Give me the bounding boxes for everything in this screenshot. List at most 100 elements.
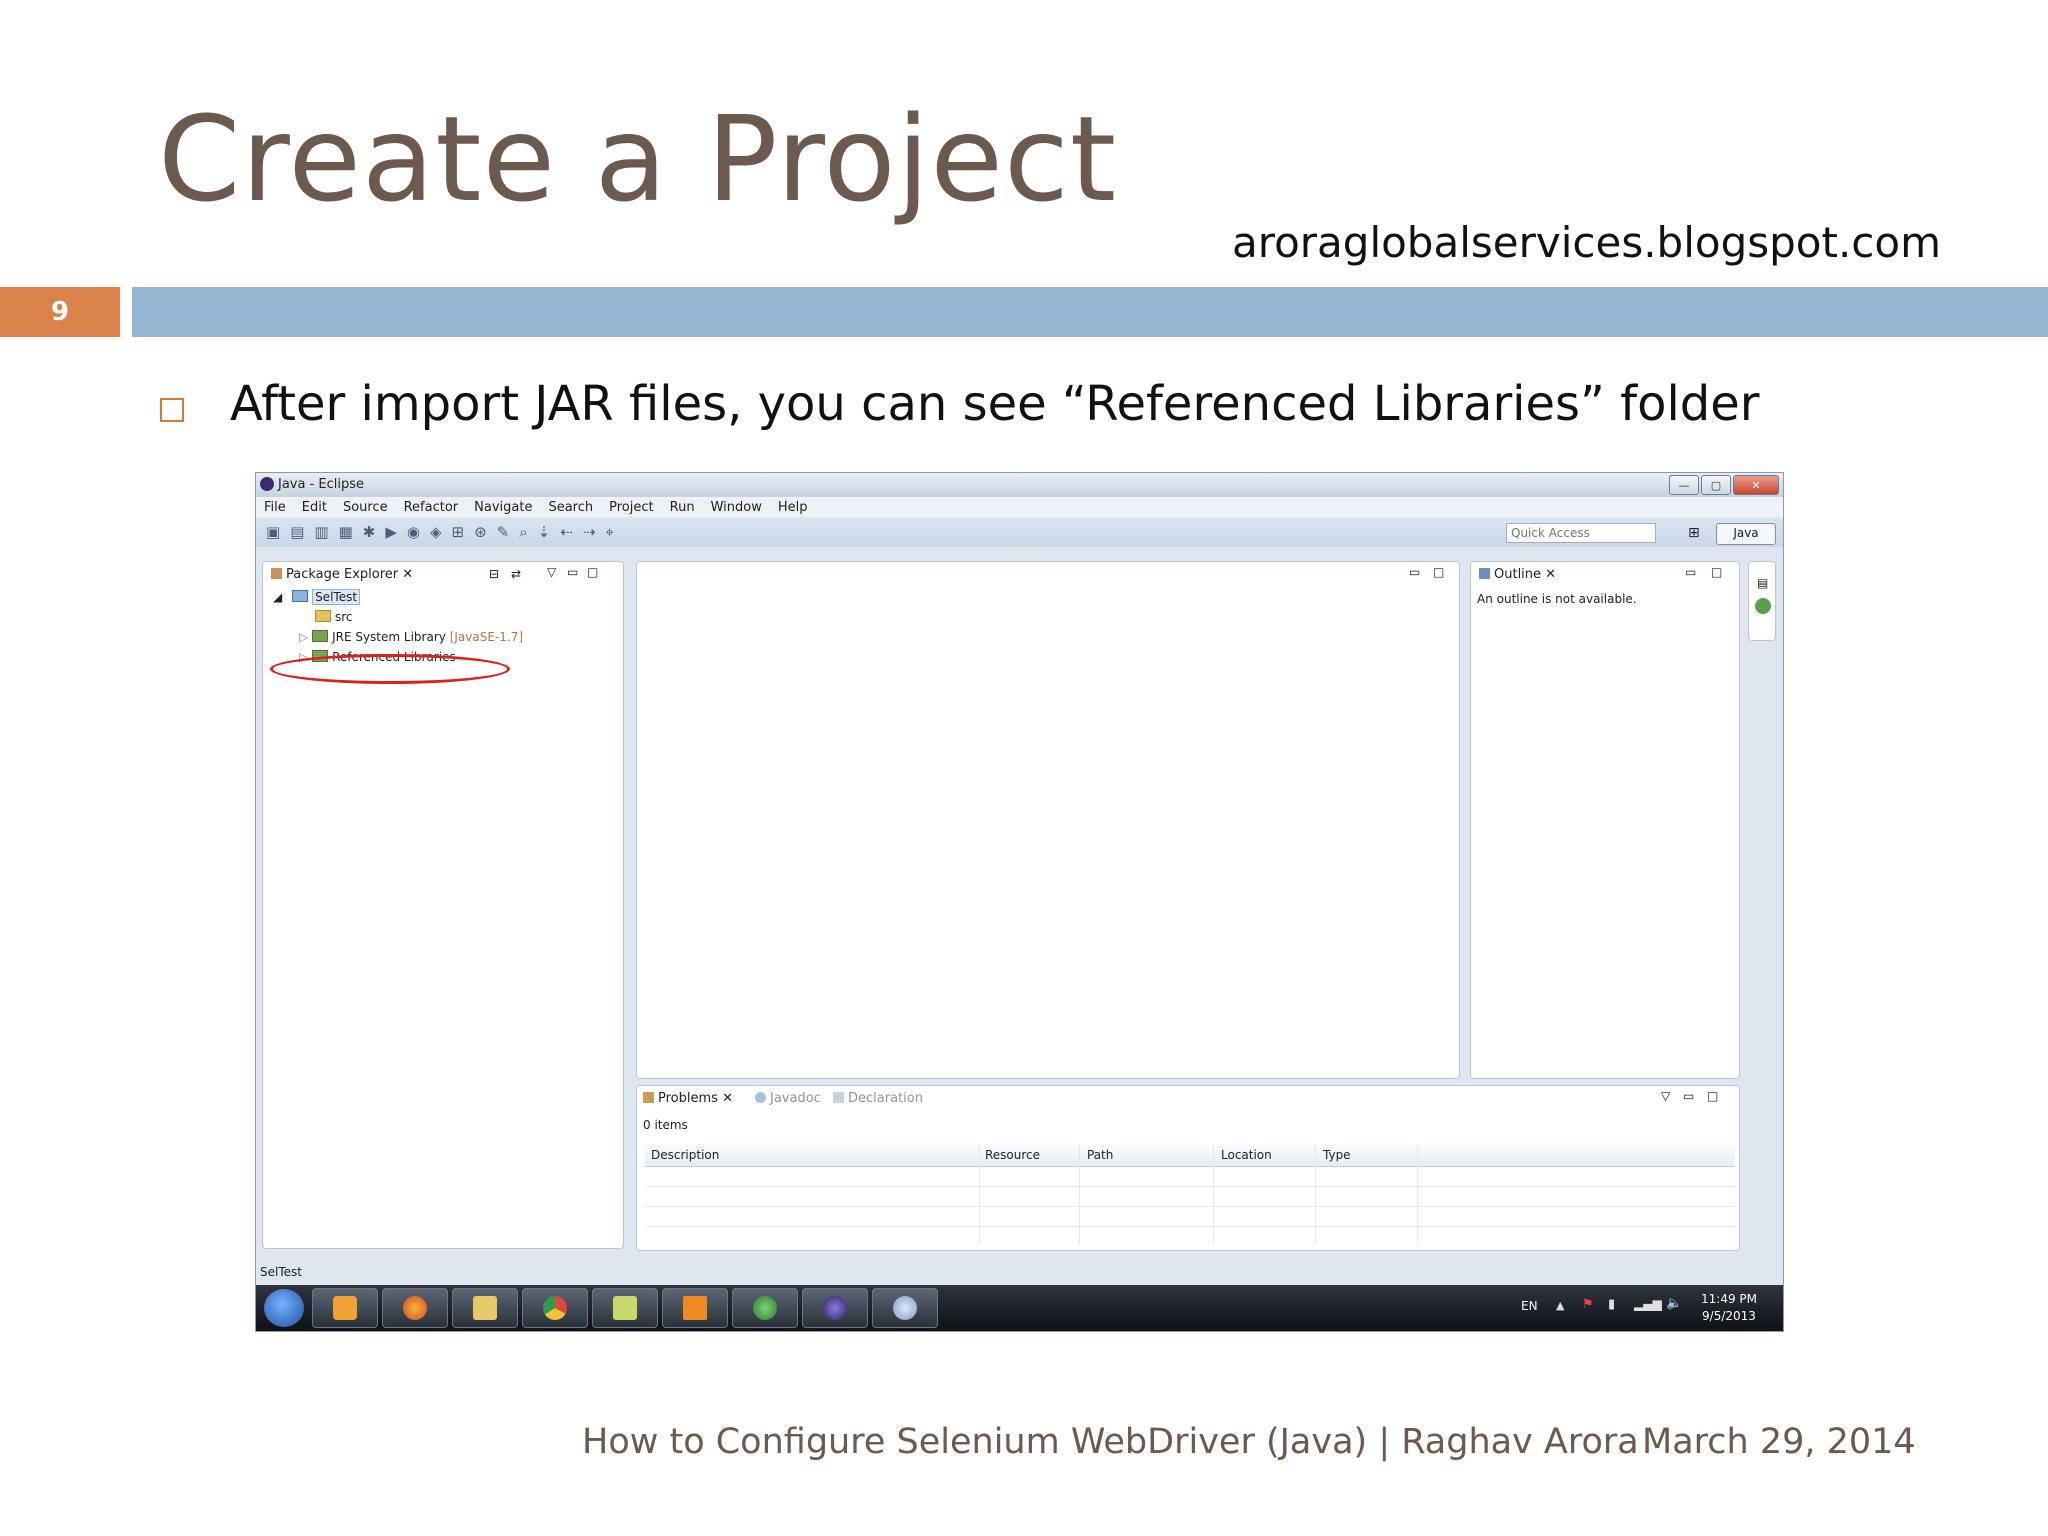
menu-refactor[interactable]: Refactor	[404, 500, 459, 515]
new-java-project-icon[interactable]: ◈	[430, 523, 442, 541]
back-icon[interactable]: ⇠	[560, 523, 573, 541]
restore-icon[interactable]: ▤	[1757, 576, 1768, 590]
package-explorer-icon	[271, 568, 282, 579]
tab-outline[interactable]: Outline ✕	[1479, 567, 1556, 582]
column-description[interactable]: Description	[651, 1148, 719, 1162]
view-menu-icon[interactable]: ▽	[1661, 1089, 1670, 1103]
highlight-oval	[270, 654, 510, 684]
close-tab-icon[interactable]: ✕	[722, 1091, 733, 1106]
tree-item-decoration: [JavaSE-1.7]	[449, 630, 524, 644]
next-annotation-icon[interactable]: ⇣	[538, 523, 551, 541]
chrome-icon[interactable]	[522, 1288, 588, 1328]
eclipse-icon[interactable]	[802, 1288, 868, 1328]
run-icon[interactable]: ▶	[385, 523, 397, 541]
expand-arrow-icon[interactable]: ◢	[273, 590, 282, 604]
maximize-view-icon[interactable]: □	[587, 565, 598, 579]
close-tab-icon[interactable]: ✕	[1545, 567, 1556, 582]
column-resource[interactable]: Resource	[985, 1148, 1040, 1162]
tab-label: Javadoc	[770, 1091, 821, 1106]
power-icon[interactable]: ▮	[1608, 1297, 1615, 1312]
menu-search[interactable]: Search	[548, 500, 593, 515]
paint-icon[interactable]	[872, 1288, 938, 1328]
media-player-icon[interactable]	[312, 1288, 378, 1328]
maximize-view-icon[interactable]: □	[1711, 565, 1722, 579]
minimize-view-icon[interactable]: ▭	[567, 565, 578, 579]
minimize-view-icon[interactable]: ▭	[1685, 565, 1696, 579]
menu-project[interactable]: Project	[609, 500, 653, 515]
quick-access-input[interactable]: Quick Access	[1506, 523, 1656, 543]
tab-problems[interactable]: Problems ✕	[643, 1091, 733, 1106]
task-list-icon[interactable]	[1755, 598, 1771, 614]
save-icon[interactable]: ▤	[290, 523, 304, 541]
tab-declaration[interactable]: Declaration	[833, 1091, 923, 1106]
maximize-view-icon[interactable]: □	[1433, 565, 1444, 579]
tab-label: Outline	[1494, 567, 1542, 582]
tab-package-explorer[interactable]: Package Explorer ✕	[271, 567, 413, 582]
windows-taskbar: EN ▲ ⚑ ▮ ▂▄▆ 🔈 11:49 PM 9/5/2013	[256, 1285, 1783, 1331]
column-path[interactable]: Path	[1087, 1148, 1113, 1162]
close-tab-icon[interactable]: ✕	[402, 567, 413, 582]
forward-icon[interactable]: ⇢	[583, 523, 596, 541]
pin-icon[interactable]: ⌖	[605, 523, 613, 541]
start-button-icon[interactable]	[264, 1289, 304, 1327]
file-explorer-icon[interactable]	[452, 1288, 518, 1328]
signal-icon[interactable]: ▂▄▆	[1634, 1297, 1662, 1311]
project-icon	[292, 590, 309, 602]
grid-line	[979, 1144, 980, 1244]
outline-icon	[1479, 568, 1490, 579]
expand-arrow-icon[interactable]: ▷	[299, 630, 308, 644]
open-type-icon[interactable]: ✎	[497, 523, 510, 541]
new-icon[interactable]: ▣	[266, 523, 280, 541]
menu-run[interactable]: Run	[670, 500, 695, 515]
view-menu-icon[interactable]: ▽	[547, 565, 556, 579]
firefox-icon[interactable]	[382, 1288, 448, 1328]
editor-area[interactable]: ▭ □	[636, 561, 1460, 1079]
column-location[interactable]: Location	[1221, 1148, 1272, 1162]
debug-icon[interactable]: ✱	[363, 523, 376, 541]
tree-project[interactable]: ◢ SelTest	[273, 589, 361, 605]
collapse-all-icon[interactable]: ⊟	[489, 567, 499, 581]
grid-line	[1079, 1144, 1080, 1244]
clock-date: 9/5/2013	[1702, 1309, 1756, 1323]
maximize-icon[interactable]: ▢	[1701, 475, 1731, 495]
new-class-icon[interactable]: ⊛	[474, 523, 487, 541]
java-perspective-button[interactable]: Java	[1716, 523, 1776, 545]
column-type[interactable]: Type	[1323, 1148, 1351, 1162]
maximize-view-icon[interactable]: □	[1707, 1089, 1718, 1103]
close-icon[interactable]: ✕	[1733, 475, 1779, 495]
tree-item-label: JRE System Library	[332, 630, 446, 644]
volume-icon[interactable]: 🔈	[1666, 1296, 1682, 1311]
menu-source[interactable]: Source	[343, 500, 388, 515]
action-center-flag-icon[interactable]: ⚑	[1582, 1297, 1594, 1312]
tree-item-jre[interactable]: ▷ JRE System Library [JavaSE-1.7]	[299, 630, 523, 644]
menu-bar: File Edit Source Refactor Navigate Searc…	[256, 497, 1783, 517]
print-icon[interactable]: ▦	[339, 523, 353, 541]
tab-javadoc[interactable]: Javadoc	[755, 1091, 821, 1106]
new-package-icon[interactable]: ⊞	[452, 523, 465, 541]
open-perspective-icon[interactable]: ⊞	[1688, 525, 1700, 541]
minimize-icon[interactable]: —	[1669, 475, 1699, 495]
external-tools-icon[interactable]: ◉	[407, 523, 420, 541]
system-clock[interactable]: 11:49 PM 9/5/2013	[1701, 1291, 1757, 1325]
grid-line	[645, 1186, 1735, 1187]
menu-help[interactable]: Help	[778, 500, 808, 515]
search-icon[interactable]: ⌕	[519, 523, 527, 541]
link-editor-icon[interactable]: ⇄	[511, 567, 521, 581]
problems-table-header: Description Resource Path Location Type	[645, 1144, 1735, 1167]
language-indicator[interactable]: EN	[1521, 1299, 1538, 1313]
header-band	[132, 287, 2048, 337]
menu-window[interactable]: Window	[711, 500, 762, 515]
notes-icon[interactable]	[592, 1288, 658, 1328]
menu-edit[interactable]: Edit	[302, 500, 327, 515]
network-icon[interactable]	[732, 1288, 798, 1328]
vlc-icon[interactable]	[662, 1288, 728, 1328]
minimize-view-icon[interactable]: ▭	[1683, 1089, 1694, 1103]
menu-file[interactable]: File	[264, 500, 286, 515]
declaration-icon	[833, 1092, 844, 1103]
minimize-view-icon[interactable]: ▭	[1409, 565, 1420, 579]
tree-item-src[interactable]: src	[315, 610, 353, 624]
menu-navigate[interactable]: Navigate	[474, 500, 532, 515]
bullet-square-icon	[160, 398, 184, 422]
save-all-icon[interactable]: ▥	[314, 523, 328, 541]
show-hidden-icons-icon[interactable]: ▲	[1556, 1299, 1564, 1312]
